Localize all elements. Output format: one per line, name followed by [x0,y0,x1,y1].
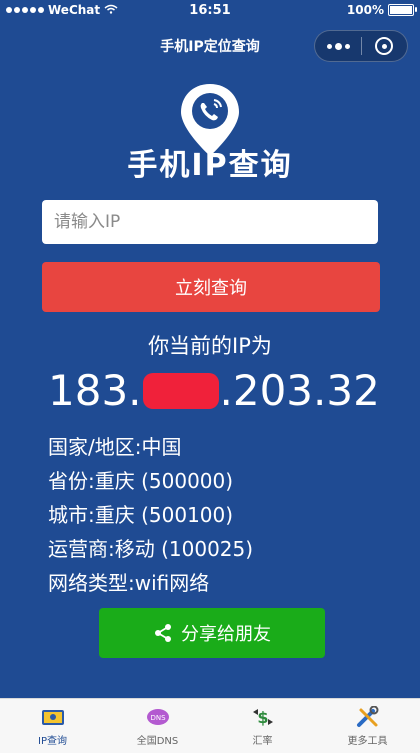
tab-label: 全国DNS [136,735,179,747]
exchange-rate-icon: $ [252,708,273,727]
battery-percent: 100% [346,3,384,17]
ip-info-list: 国家/地区:中国 省份:重庆 (500000) 城市:重庆 (500100) 运… [48,430,253,600]
ip-address: 183. .203.32 [48,366,380,415]
current-ip-label: 你当前的IP为 [148,334,272,358]
tab-dns[interactable]: DNS 全国DNS [105,699,210,753]
status-bar: WeChat 16:51 100% [0,0,420,22]
close-miniprogram-button[interactable] [362,31,406,61]
carrier-info: 运营商:移动 (100025) [48,537,254,561]
battery-icon [388,4,417,16]
status-right: 100% [346,3,417,17]
share-label: 分享给朋友 [181,624,271,645]
tools-icon [356,705,378,727]
tab-exchange-rate[interactable]: $ 汇率 [210,699,315,753]
tab-bar: IP查询 DNS 全国DNS $ 汇率 更多工具 [0,698,420,753]
ip-suffix: .203.32 [219,366,380,415]
redacted-block [142,372,219,409]
query-button[interactable]: 立刻查询 [42,262,380,312]
tab-more-tools[interactable]: 更多工具 [315,699,420,753]
city-info: 城市:重庆 (500100) [48,503,234,527]
tab-ip-query[interactable]: IP查询 [0,699,105,753]
share-icon [155,624,171,642]
svg-text:$: $ [257,708,268,727]
share-button[interactable]: 分享给朋友 [99,608,325,658]
app-title: 手机IP查询 [127,148,293,183]
network-info: 网络类型:wifi网络 [48,571,210,595]
nav-bar: 手机IP定位查询 [0,22,420,68]
tab-label: 更多工具 [347,735,388,747]
ip-input[interactable] [42,200,378,244]
ip-prefix: 183. [48,366,142,415]
country-info: 国家/地区:中国 [48,435,182,459]
province-info: 省份:重庆 (500000) [48,469,234,493]
ip-query-icon [41,709,64,725]
miniprogram-capsule [314,30,408,62]
tab-label: 汇率 [252,735,273,747]
dns-icon: DNS [146,708,169,725]
tab-label: IP查询 [38,735,67,747]
more-options-button[interactable] [315,31,361,61]
svg-text:DNS: DNS [150,714,166,722]
